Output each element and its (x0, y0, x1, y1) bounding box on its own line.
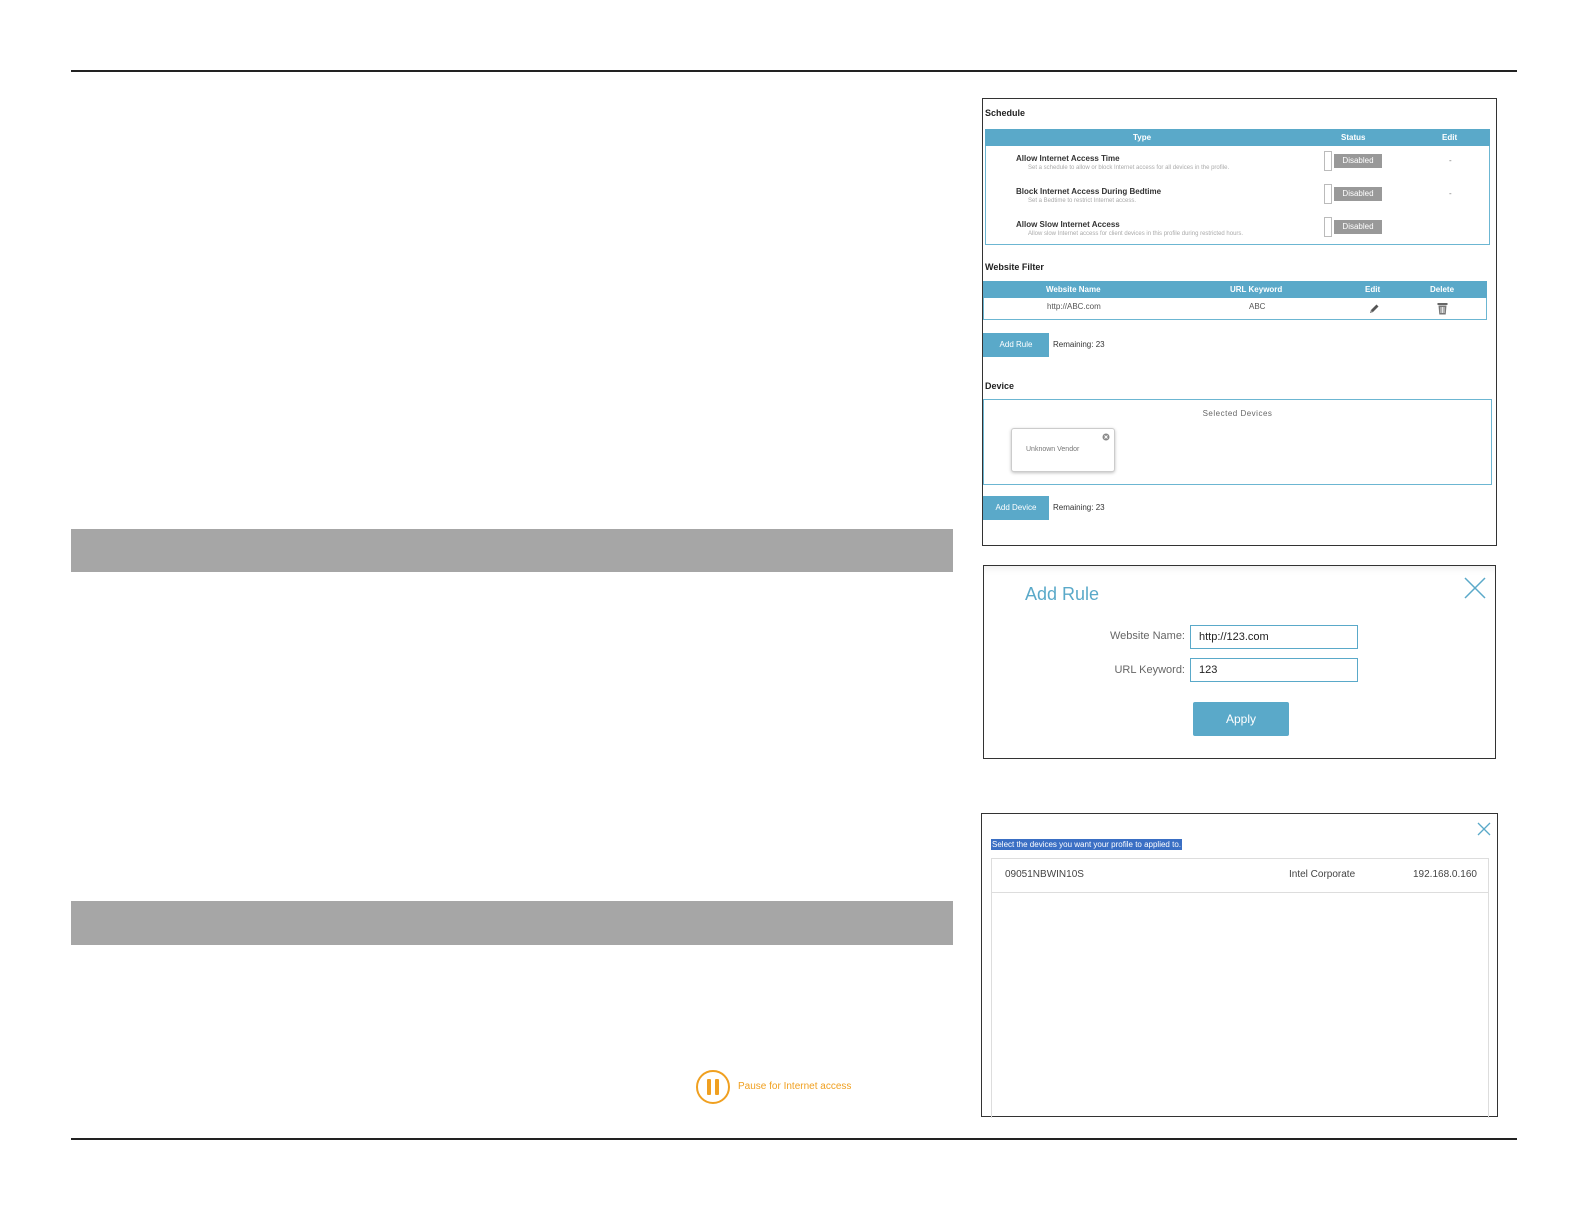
toggle-label: Disabled (1334, 154, 1382, 168)
close-icon[interactable] (1464, 577, 1486, 599)
website-filter-title: Website Filter (985, 262, 1044, 272)
wf-header-name: Website Name (1046, 285, 1101, 294)
toggle-knob (1324, 184, 1332, 204)
schedule-header-status: Status (1341, 133, 1366, 142)
pause-control[interactable]: Pause for Internet access (695, 1069, 865, 1105)
selected-devices-box: Selected Devices Unknown Vendor (983, 399, 1492, 485)
status-toggle[interactable]: Disabled (1324, 217, 1382, 237)
profile-settings-panel: Schedule Type Status Edit Allow Internet… (982, 98, 1497, 546)
website-filter-row: http://ABC.com ABC (983, 298, 1487, 320)
wf-row-keyword: ABC (1249, 302, 1266, 311)
pause-icon (696, 1070, 730, 1104)
schedule-row-desc: Allow slow Internet access for client de… (1028, 231, 1244, 237)
status-toggle[interactable]: Disabled (1324, 151, 1382, 171)
schedule-row-title: Block Internet Access During Bedtime (1016, 187, 1162, 196)
schedule-row: Block Internet Access During Bedtime Set… (986, 179, 1491, 212)
devices-remaining: Remaining: 23 (1053, 503, 1105, 512)
selected-devices-label: Selected Devices (1202, 409, 1273, 418)
device-vendor: Intel Corporate (1289, 869, 1356, 880)
select-devices-prompt: Select the devices you want your profile… (991, 839, 1182, 850)
bottom-rule (71, 1138, 1517, 1140)
close-icon[interactable] (1477, 822, 1491, 836)
apply-button[interactable]: Apply (1193, 702, 1289, 736)
device-list: 09051NBWIN10S Intel Corporate 192.168.0.… (991, 858, 1489, 1118)
top-rule (71, 70, 1517, 72)
rules-remaining: Remaining: 23 (1053, 340, 1105, 349)
schedule-row-edit: - (1449, 189, 1452, 198)
toggle-knob (1324, 217, 1332, 237)
section-band-1 (71, 529, 953, 572)
schedule-row-desc: Set a Bedtime to restrict Internet acces… (1028, 198, 1137, 204)
remove-device-icon[interactable] (1102, 433, 1110, 441)
schedule-row-title: Allow Internet Access Time (1016, 154, 1120, 163)
status-toggle[interactable]: Disabled (1324, 184, 1382, 204)
website-name-label: Website Name: (1110, 630, 1185, 642)
toggle-label: Disabled (1334, 187, 1382, 201)
schedule-table: Allow Internet Access Time Set a schedul… (985, 146, 1490, 245)
select-devices-dialog: Select the devices you want your profile… (981, 813, 1498, 1118)
device-name: 09051NBWIN10S (1005, 869, 1084, 880)
schedule-row-desc: Set a schedule to allow or block Interne… (1028, 165, 1230, 171)
schedule-header-type: Type (1133, 133, 1152, 142)
schedule-title: Schedule (985, 108, 1026, 118)
toggle-knob (1324, 151, 1332, 171)
device-list-row[interactable]: 09051NBWIN10S Intel Corporate 192.168.0.… (992, 859, 1488, 893)
add-rule-dialog: Add Rule Website Name: URL Keyword: Appl… (983, 565, 1496, 759)
schedule-row-edit: - (1449, 156, 1452, 165)
pause-label: Pause for Internet access (738, 1081, 852, 1092)
device-card[interactable]: Unknown Vendor (1011, 428, 1115, 472)
device-title: Device (985, 381, 1015, 391)
website-name-input[interactable] (1190, 625, 1358, 649)
edit-pencil-icon[interactable] (1368, 303, 1380, 315)
website-filter-header: Website Name URL Keyword Edit Delete (983, 281, 1487, 298)
url-keyword-label: URL Keyword: (1114, 664, 1185, 676)
url-keyword-input[interactable] (1190, 658, 1358, 682)
wf-header-edit: Edit (1365, 285, 1381, 294)
wf-row-name: http://ABC.com (1047, 302, 1101, 311)
wf-header-keyword: URL Keyword (1230, 285, 1283, 294)
add-rule-button[interactable]: Add Rule (983, 333, 1049, 357)
section-band-2 (71, 901, 953, 945)
schedule-table-header: Type Status Edit (985, 129, 1490, 146)
schedule-header-edit: Edit (1442, 133, 1458, 142)
add-device-button[interactable]: Add Device (983, 496, 1049, 520)
device-vendor: Unknown Vendor (1026, 446, 1080, 453)
schedule-row: Allow Internet Access Time Set a schedul… (986, 146, 1491, 179)
delete-trash-icon[interactable] (1437, 302, 1448, 315)
wf-header-delete: Delete (1430, 285, 1455, 294)
toggle-label: Disabled (1334, 220, 1382, 234)
schedule-row: Allow Slow Internet Access Allow slow In… (986, 212, 1491, 245)
dialog-title: Add Rule (1025, 584, 1100, 604)
schedule-row-title: Allow Slow Internet Access (1016, 220, 1120, 229)
device-ip: 192.168.0.160 (1413, 869, 1477, 880)
